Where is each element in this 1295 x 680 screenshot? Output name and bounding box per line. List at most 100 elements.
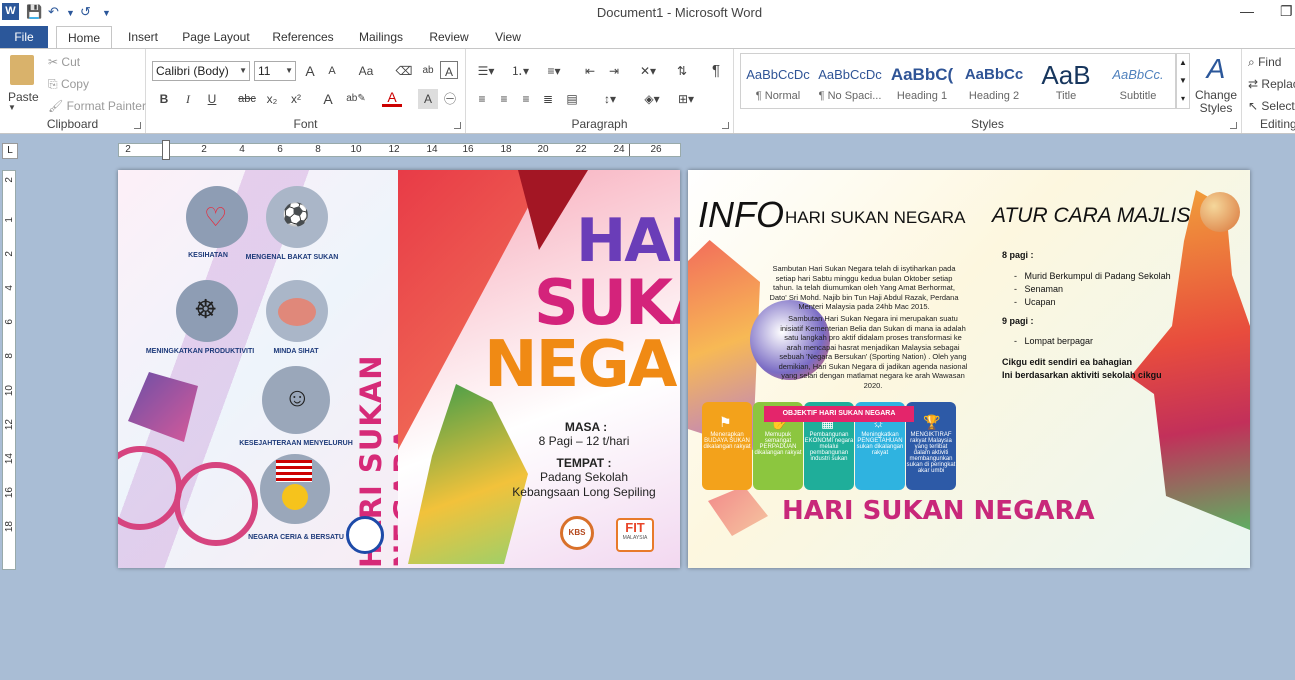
- binoculars-icon: ⌕: [1248, 55, 1255, 69]
- document-page-1[interactable]: ♡ KESIHATAN ⚽ MENGENAL BAKAT SUKAN ☸ MEN…: [118, 170, 680, 568]
- multilevel-list-icon[interactable]: ≡▾: [540, 61, 568, 81]
- horizontal-ruler[interactable]: 2 2 4 6 8 10 12 14 16 18 20 22 24 26: [118, 140, 681, 160]
- fit-malaysia-logo: FIT MALAYSIA: [616, 518, 654, 552]
- agenda-item: - Lompat berpagar: [1014, 336, 1094, 346]
- asian-layout-icon[interactable]: ✕▾: [634, 61, 662, 81]
- productivity-circle: ☸: [176, 280, 238, 342]
- scroll-up-icon[interactable]: ▲: [1177, 54, 1189, 72]
- clear-formatting-icon[interactable]: ⌫: [394, 61, 414, 81]
- underline-button[interactable]: U: [202, 89, 222, 109]
- character-border-icon[interactable]: A: [440, 61, 458, 79]
- borders-icon[interactable]: ⊞▾: [672, 89, 700, 109]
- increase-indent-icon[interactable]: ⇥: [604, 61, 624, 81]
- show-formatting-button[interactable]: ¶: [706, 61, 726, 81]
- character-shading-icon[interactable]: A: [418, 89, 438, 109]
- tab-view[interactable]: View: [486, 26, 530, 48]
- format-painter-button[interactable]: 🖌 Format Painter: [48, 99, 146, 113]
- numbering-icon[interactable]: ⒈▾: [506, 61, 534, 81]
- clipboard-launcher-icon[interactable]: [134, 122, 141, 129]
- paste-button[interactable]: Paste: [8, 90, 39, 104]
- minimize-button[interactable]: —: [1240, 3, 1254, 19]
- tab-insert[interactable]: Insert: [118, 26, 168, 48]
- indent-marker[interactable]: [162, 140, 170, 160]
- bold-button[interactable]: B: [154, 89, 174, 109]
- font-launcher-icon[interactable]: [454, 122, 461, 129]
- multitask-icon: ☸: [194, 294, 218, 324]
- cyclist-body-shape: [128, 372, 198, 442]
- copy-button[interactable]: ⎘ Copy: [48, 77, 89, 92]
- style-normal[interactable]: AaBbCcDc ¶ Normal: [742, 61, 814, 109]
- cut-icon: ✂: [48, 55, 59, 69]
- meditation-icon: ☺: [284, 382, 311, 412]
- select-button[interactable]: ↖ Select: [1248, 99, 1295, 113]
- more-styles-icon[interactable]: ▾: [1177, 90, 1189, 108]
- change-case-button[interactable]: Aa: [352, 61, 380, 81]
- circle-label: NEGARA CERIA & BERSATU: [248, 534, 344, 541]
- align-left-icon[interactable]: ≡: [472, 89, 492, 109]
- subscript-button[interactable]: x₂: [262, 89, 282, 109]
- distributed-icon[interactable]: ▤: [562, 89, 582, 109]
- font-color-icon[interactable]: A: [382, 89, 402, 107]
- text-effects-icon[interactable]: A: [318, 89, 338, 109]
- tab-page-layout[interactable]: Page Layout: [176, 26, 256, 48]
- align-center-icon[interactable]: ≡: [494, 89, 514, 109]
- restore-button[interactable]: ❐: [1280, 3, 1293, 20]
- shading-icon[interactable]: ◈▾: [638, 89, 666, 109]
- right-indent-marker[interactable]: [629, 144, 635, 156]
- bullets-icon[interactable]: ☰▾: [472, 61, 500, 81]
- find-button[interactable]: ⌕ Find: [1248, 55, 1281, 70]
- sort-icon[interactable]: ⇅: [672, 61, 692, 81]
- replace-button[interactable]: ⇄ Replace: [1248, 77, 1295, 91]
- masa-value: 8 Pagi – 12 t/hari: [538, 434, 630, 448]
- scroll-down-icon[interactable]: ▼: [1177, 72, 1189, 90]
- agenda-time-1: 8 pagi :: [1002, 250, 1034, 260]
- change-styles-icon[interactable]: A: [1194, 53, 1238, 85]
- ribbon-tabs: File Home Insert Page Layout References …: [0, 26, 1295, 49]
- strikethrough-button[interactable]: abc: [234, 89, 260, 109]
- editing-label: Editing: [1260, 117, 1295, 131]
- align-right-icon[interactable]: ≡: [516, 89, 536, 109]
- tab-home[interactable]: Home: [56, 26, 112, 49]
- objective-card-1: ⚑ Menerapkan BUDAYA SUKAN dikalangan raky…: [702, 402, 752, 490]
- circle-label: KESIHATAN: [188, 252, 228, 259]
- atur-cara-title: ATUR CARA MAJLIS: [992, 204, 1191, 227]
- paste-dropdown-icon[interactable]: ▼: [8, 103, 16, 112]
- ball-image: [1200, 192, 1240, 232]
- decrease-indent-icon[interactable]: ⇤: [580, 61, 600, 81]
- highlight-icon[interactable]: ab✎: [346, 89, 366, 109]
- font-size-combo[interactable]: 11 ▼: [254, 61, 296, 81]
- paragraph-label: Paragraph: [571, 117, 628, 131]
- vertical-ruler[interactable]: 2 1 2 4 6 8 10 12 14 16 18: [2, 170, 16, 570]
- style-subtitle[interactable]: AaBbCc. Subtitle: [1102, 61, 1174, 109]
- enclose-characters-icon[interactable]: ㊀: [440, 89, 460, 109]
- shrink-font-button[interactable]: A: [322, 61, 342, 81]
- italic-button[interactable]: I: [178, 89, 198, 109]
- font-name-combo[interactable]: Calibri (Body) ▼: [152, 61, 250, 81]
- line-spacing-icon[interactable]: ↕▾: [596, 89, 624, 109]
- smiley-icon: [282, 484, 308, 510]
- cut-button[interactable]: ✂ Cut: [48, 55, 80, 69]
- paste-icon[interactable]: [10, 55, 34, 85]
- phonetic-guide-icon[interactable]: ab: [418, 61, 438, 81]
- change-styles-button[interactable]: Change Styles: [1194, 89, 1238, 115]
- style-title[interactable]: AaB Title: [1030, 61, 1102, 109]
- tab-mailings[interactable]: Mailings: [350, 26, 412, 48]
- tab-review[interactable]: Review: [420, 26, 478, 48]
- wellbeing-circle: ☺: [262, 366, 330, 434]
- style-no-spacing[interactable]: AaBbCcDc ¶ No Spaci...: [814, 61, 886, 109]
- justify-icon[interactable]: ≣: [538, 89, 558, 109]
- style-heading-2[interactable]: AaBbCc Heading 2: [958, 61, 1030, 109]
- tab-selector-button[interactable]: L: [2, 143, 18, 159]
- styles-scroll[interactable]: ▲ ▼ ▾: [1176, 53, 1190, 109]
- document-page-2[interactable]: INFO HARI SUKAN NEGARA Sambutan Hari Suk…: [688, 170, 1250, 568]
- replace-icon: ⇄: [1248, 77, 1259, 91]
- paragraph-launcher-icon[interactable]: [722, 122, 729, 129]
- style-heading-1[interactable]: AaBbC(Heading 1: [886, 61, 958, 109]
- superscript-button[interactable]: x²: [286, 89, 306, 109]
- styles-launcher-icon[interactable]: [1230, 122, 1237, 129]
- circle-label: MENINGKATKAN PRODUKTIVITI: [145, 348, 255, 355]
- tab-file[interactable]: File: [0, 26, 48, 48]
- tab-references[interactable]: References: [264, 26, 342, 48]
- grow-font-button[interactable]: A: [300, 61, 320, 81]
- info-heading: INFO: [698, 194, 784, 235]
